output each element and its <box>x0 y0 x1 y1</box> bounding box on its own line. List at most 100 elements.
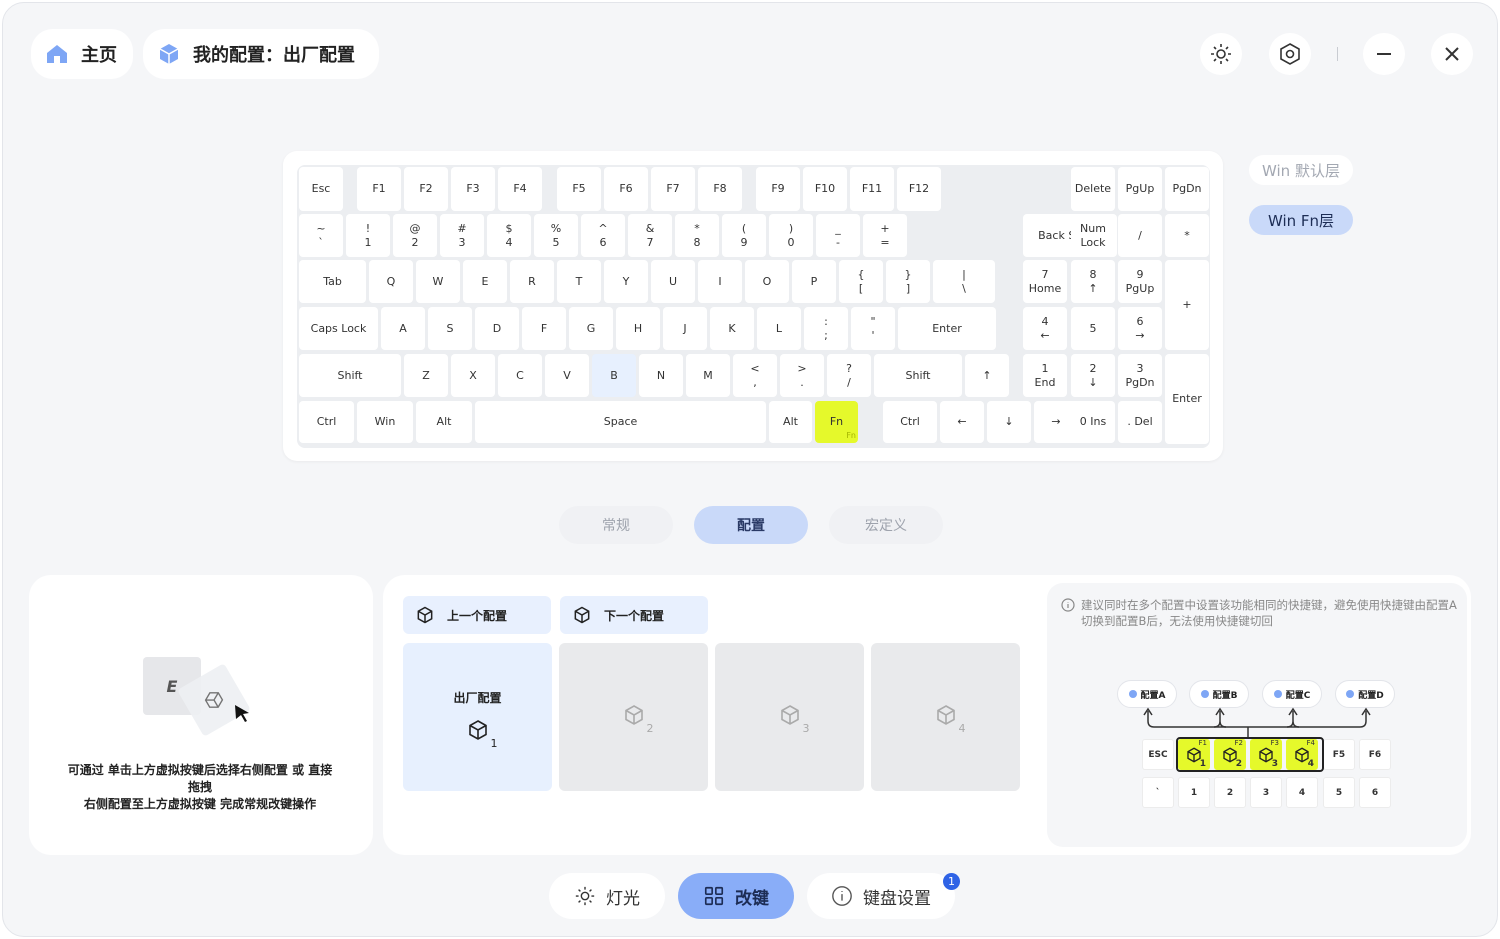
key-ctrl[interactable]: Ctrl <box>883 401 937 443</box>
home-button[interactable]: 主页 <box>31 29 133 79</box>
key-n[interactable]: N <box>639 354 683 397</box>
key-r[interactable]: R <box>510 260 554 303</box>
key-f2[interactable]: F2 <box>404 167 448 211</box>
key->.[interactable]: > . <box>780 354 824 397</box>
tab-remap[interactable]: 改键 <box>678 873 794 919</box>
key-!1[interactable]: ! 1 <box>346 214 390 257</box>
key-#3[interactable]: # 3 <box>440 214 484 257</box>
key-f[interactable]: F <box>522 307 566 350</box>
key-b[interactable]: B <box>592 354 636 397</box>
prev-config-button[interactable]: 上一个配置 <box>403 596 551 634</box>
key-%5[interactable]: % 5 <box>534 214 578 257</box>
key-*[interactable]: * <box>1165 214 1209 257</box>
key-esc[interactable]: Esc <box>299 167 343 211</box>
key-e[interactable]: E <box>463 260 507 303</box>
settings-button[interactable] <box>1269 33 1311 75</box>
key-9pgup[interactable]: 9 PgUp <box>1118 260 1162 303</box>
key-f4[interactable]: F4 <box>498 167 542 211</box>
key-m[interactable]: M <box>686 354 730 397</box>
key-h[interactable]: H <box>616 307 660 350</box>
key-3pgdn[interactable]: 3 PgDn <box>1118 354 1162 397</box>
key-$4[interactable]: $ 4 <box>487 214 531 257</box>
key-alt[interactable]: Alt <box>769 401 812 443</box>
key-f9[interactable]: F9 <box>756 167 800 211</box>
key-f6[interactable]: F6 <box>604 167 648 211</box>
layer-fn[interactable]: Win Fn层 <box>1249 205 1353 235</box>
key-(9[interactable]: ( 9 <box>722 214 766 257</box>
key-v[interactable]: V <box>545 354 589 397</box>
tab-macro[interactable]: 宏定义 <box>829 506 943 544</box>
key-_-[interactable]: _ - <box>816 214 860 257</box>
key-f12[interactable]: F12 <box>897 167 941 211</box>
key-o[interactable]: O <box>745 260 789 303</box>
key-caps-lock[interactable]: Caps Lock <box>299 307 378 350</box>
key-↑[interactable]: ↑ <box>965 354 1009 397</box>
key-^6[interactable]: ^ 6 <box>581 214 625 257</box>
key-|\[interactable]: | \ <box>933 260 995 303</box>
key-↓[interactable]: ↓ <box>987 401 1031 443</box>
key-space[interactable]: Space <box>475 401 766 443</box>
key-f3[interactable]: F3 <box>451 167 495 211</box>
config-slot-3[interactable]: 3 <box>715 643 864 791</box>
key-1end[interactable]: 1 End <box>1023 354 1067 397</box>
key-alt[interactable]: Alt <box>416 401 472 443</box>
key-8↑[interactable]: 8 ↑ <box>1071 260 1115 303</box>
config-slot-1[interactable]: 出厂配置 1 <box>403 643 552 791</box>
key-~`[interactable]: ~ ` <box>299 214 343 257</box>
key-u[interactable]: U <box>651 260 695 303</box>
key-+=[interactable]: + = <box>863 214 907 257</box>
tab-config[interactable]: 配置 <box>694 506 808 544</box>
key-{[[interactable]: { [ <box>839 260 883 303</box>
key-2↓[interactable]: 2 ↓ <box>1071 354 1115 397</box>
key-tab[interactable]: Tab <box>299 260 366 303</box>
key-s[interactable]: S <box>428 307 472 350</box>
key-f7[interactable]: F7 <box>651 167 695 211</box>
key-7home[interactable]: 7 Home <box>1023 260 1067 303</box>
close-button[interactable] <box>1431 33 1473 75</box>
key-f10[interactable]: F10 <box>803 167 847 211</box>
key-g[interactable]: G <box>569 307 613 350</box>
key-"'[interactable]: " ' <box>851 307 895 350</box>
tab-keyboard-settings[interactable]: 键盘设置 <box>807 873 955 919</box>
minimize-button[interactable] <box>1363 33 1405 75</box>
key-pgup[interactable]: PgUp <box>1118 167 1162 211</box>
key-*8[interactable]: * 8 <box>675 214 719 257</box>
key-/[interactable]: / <box>1118 214 1162 257</box>
key-z[interactable]: Z <box>404 354 448 397</box>
key-.-del[interactable]: . Del <box>1118 401 1162 443</box>
key-l[interactable]: L <box>757 307 801 350</box>
key-enter[interactable]: Enter <box>898 307 996 350</box>
key-f1[interactable]: F1 <box>357 167 401 211</box>
key-d[interactable]: D <box>475 307 519 350</box>
key-f5[interactable]: F5 <box>557 167 601 211</box>
key-4←[interactable]: 4 ← <box>1023 307 1067 350</box>
config-slot-2[interactable]: 2 <box>559 643 708 791</box>
layer-default[interactable]: Win 默认层 <box>1249 155 1353 185</box>
brightness-button[interactable] <box>1200 33 1242 75</box>
key-y[interactable]: Y <box>604 260 648 303</box>
key-5[interactable]: 5 <box>1071 307 1115 350</box>
key-:;[interactable]: : ; <box>804 307 848 350</box>
key-p[interactable]: P <box>792 260 836 303</box>
key-<,[interactable]: < , <box>733 354 777 397</box>
key-0-ins[interactable]: 0 Ins <box>1071 401 1115 443</box>
key-j[interactable]: J <box>663 307 707 350</box>
key-+[interactable]: + <box>1165 260 1209 350</box>
key-pgdn[interactable]: PgDn <box>1165 167 1209 211</box>
key-c[interactable]: C <box>498 354 542 397</box>
key-x[interactable]: X <box>451 354 495 397</box>
key-@2[interactable]: @ 2 <box>393 214 437 257</box>
key-t[interactable]: T <box>557 260 601 303</box>
key-ctrl[interactable]: Ctrl <box>299 401 354 443</box>
key-fn[interactable]: Fn Fn <box>815 401 858 443</box>
key-}][interactable]: } ] <box>886 260 930 303</box>
key-)0[interactable]: ) 0 <box>769 214 813 257</box>
key-f8[interactable]: F8 <box>698 167 742 211</box>
key-shift[interactable]: Shift <box>299 354 401 397</box>
key-k[interactable]: K <box>710 307 754 350</box>
key-numlock[interactable]: Num Lock <box>1071 214 1115 257</box>
key-←[interactable]: ← <box>940 401 984 443</box>
current-config-button[interactable]: 我的配置：出厂配置 <box>143 29 379 79</box>
tab-lighting[interactable]: 灯光 <box>549 873 665 919</box>
key-6→[interactable]: 6 → <box>1118 307 1162 350</box>
